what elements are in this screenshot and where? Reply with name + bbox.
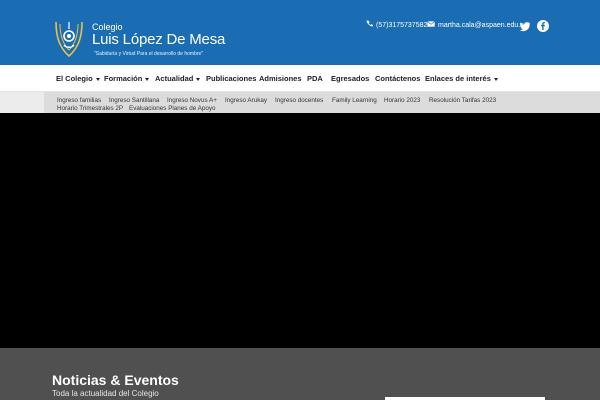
nav-label: Actualidad — [155, 74, 194, 83]
nav-label: Contáctenos — [375, 74, 421, 83]
nav-item-actualidad[interactable]: Actualidad — [155, 65, 201, 92]
nav-item-formacion[interactable]: Formación — [104, 65, 150, 92]
facebook-icon[interactable] — [537, 20, 549, 32]
news-title: Noticias & Eventos — [52, 372, 179, 388]
email-address: martha.cala@aspaen.edu.co — [438, 22, 528, 29]
nav-item-egresados[interactable]: Egresados — [331, 65, 369, 92]
chevron-down-icon — [493, 77, 498, 81]
brand-tagline: "Sabiduría y Virtud Para el desarrollo d… — [94, 51, 204, 57]
nav-label: Egresados — [331, 74, 370, 83]
chevron-down-icon — [145, 77, 150, 81]
subnav-item-evaluaciones[interactable]: Evaluaciones Planes de Apoyo — [129, 104, 215, 113]
subnav-item-horario-trimestrales[interactable]: Horario Trimestrales 2P — [57, 104, 123, 113]
subnav-item-ingreso-arukay[interactable]: Ingreso Arukay — [225, 96, 267, 105]
nav-label: Admisiones — [259, 74, 302, 83]
school-logo[interactable] — [50, 18, 88, 60]
subnav-item-horario-2023[interactable]: Horario 2023 — [384, 96, 420, 105]
chevron-down-icon — [196, 77, 201, 81]
twitter-icon[interactable] — [519, 20, 531, 32]
nav-item-enlaces[interactable]: Enlaces de interés — [425, 65, 498, 92]
nav-label: Enlaces de interés — [425, 74, 491, 83]
subnav-item-resolucion-tarifas[interactable]: Resolución Tarifas 2023 — [429, 96, 496, 105]
nav-item-publicaciones[interactable]: Publicaciones — [206, 65, 256, 92]
email-icon — [427, 20, 435, 32]
nav-item-pda[interactable]: PDA — [307, 65, 323, 92]
news-section: Noticias & Eventos Toda la actualidad de… — [0, 348, 600, 400]
nav-item-admisiones[interactable]: Admisiones — [259, 65, 302, 92]
chevron-down-icon — [95, 77, 100, 81]
email-contact[interactable]: martha.cala@aspaen.edu.co — [427, 20, 528, 32]
hero-slider[interactable] — [0, 113, 600, 348]
phone-icon — [366, 20, 373, 32]
phone-number: (57)3175737582 — [376, 22, 428, 29]
nav-item-contactenos[interactable]: Contáctenos — [375, 65, 420, 92]
subnav-bar: Ingreso familias Ingreso Santillana Ingr… — [0, 92, 600, 113]
subnav-item-ingreso-docentes[interactable]: Ingreso docentes — [275, 96, 323, 105]
nav-label: Formación — [104, 74, 143, 83]
news-subtitle: Toda la actualidad del Colegio — [52, 389, 159, 398]
nav-label: Publicaciones — [206, 74, 257, 83]
main-nav: El Colegio Formación Actualidad Publicac… — [0, 65, 600, 92]
nav-label: PDA — [307, 74, 323, 83]
nav-item-el-colegio[interactable]: El Colegio — [56, 65, 100, 92]
brand-name[interactable]: Luis López De Mesa — [92, 31, 225, 48]
site-header: Colegio Luis López De Mesa "Sabiduría y … — [0, 0, 600, 65]
subnav-item-family-learning[interactable]: Family Learning — [332, 96, 377, 105]
phone-contact[interactable]: (57)3175737582 — [366, 20, 427, 32]
nav-label: El Colegio — [56, 74, 93, 83]
